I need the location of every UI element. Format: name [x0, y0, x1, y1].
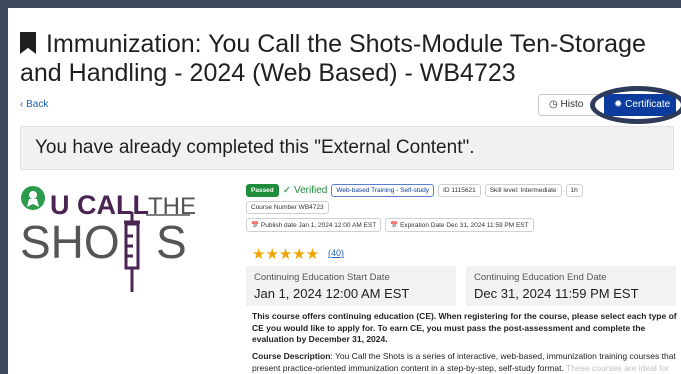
back-link[interactable]: ‹ Back [20, 99, 48, 110]
you-call-the-shots-logo: U CALL THE SHO S [20, 186, 196, 292]
page-title-text: Immunization: You Call the Shots-Module … [20, 30, 646, 87]
verified-label: Verified [293, 185, 328, 196]
history-button[interactable]: ◷ Histo [538, 94, 608, 116]
completion-banner: You have already completed this "Externa… [20, 126, 674, 170]
publish-date-badge: 📅 Publish date Jan 1, 2024 12:00 AM EST [246, 218, 382, 232]
ce-end-value: Dec 31, 2024 11:59 PM EST [474, 286, 639, 301]
certificate-button[interactable]: ✹ Certificate [604, 94, 676, 116]
logo-line2b: S [156, 216, 187, 268]
training-type-badge: Web-based Training - Self-study [331, 184, 435, 197]
ce-start-value: Jan 1, 2024 12:00 AM EST [254, 286, 410, 301]
certificate-icon: ✹ [614, 99, 623, 110]
verified-status: ✓ Verified [283, 185, 328, 196]
ce-start-box: Continuing Education Start Date Jan 1, 2… [246, 266, 456, 306]
publish-date-text: Publish date Jan 1, 2024 12:00 AM EST [260, 222, 377, 229]
course-id-badge: ID 1115621 [438, 184, 481, 197]
course-badges: Passed ✓ Verified Web-based Training - S… [246, 184, 681, 236]
certificate-label: Certificate [625, 99, 671, 110]
rating-stars: ★★★★★ [252, 246, 320, 263]
check-icon: ✓ [282, 185, 292, 196]
logo-line2a: SHO [20, 216, 120, 268]
calendar-icon: 📅 [390, 222, 399, 229]
course-number-badge: Course Number WB4723 [246, 201, 329, 214]
skill-level-badge: Skill level: Intermediate [484, 184, 562, 197]
ce-start-label: Continuing Education Start Date [254, 272, 390, 283]
banner-text: You have already completed this "Externa… [35, 137, 475, 158]
logo-syringe-icon [124, 212, 140, 292]
expiration-date-badge: 📅 Expiration Date Dec 31, 2024 11:59 PM … [385, 218, 534, 232]
bookmark-icon[interactable] [20, 32, 36, 54]
duration-badge: 1h [565, 184, 583, 197]
ce-end-label: Continuing Education End Date [474, 272, 607, 283]
ce-notice: This course offers continuing education … [252, 311, 677, 344]
passed-badge: Passed [246, 184, 279, 197]
back-label: Back [26, 99, 49, 110]
history-label: Histo [560, 99, 584, 110]
calendar-icon: 📅 [251, 222, 260, 229]
page: Immunization: You Call the Shots-Module … [8, 8, 681, 374]
page-title: Immunization: You Call the Shots-Module … [20, 30, 670, 88]
reviews-count-link[interactable]: (40) [328, 248, 344, 258]
ce-end-box: Continuing Education End Date Dec 31, 20… [466, 266, 676, 306]
course-description-label: Course Description [252, 351, 331, 361]
expiration-date-text: Expiration Date Dec 31, 2024 11:59 PM ES… [400, 222, 529, 229]
history-icon: ◷ [549, 99, 558, 110]
course-description: Course Description: You Call the Shots i… [252, 351, 681, 374]
